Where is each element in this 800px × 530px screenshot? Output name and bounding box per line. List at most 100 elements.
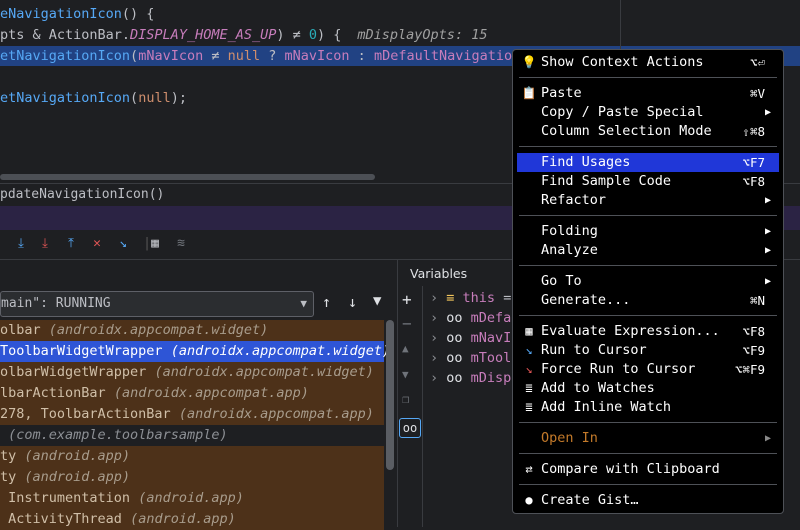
menu-item-label: Generate...	[541, 292, 631, 308]
menu-item-add-to-watches[interactable]: ≣ Add to Watches	[517, 379, 779, 398]
frame-package: (androidx.appcompat.widget)	[170, 343, 391, 359]
menu-item-generate[interactable]: Generate... ⌘N	[517, 291, 779, 310]
expand-chevron-icon[interactable]: ›	[430, 350, 446, 366]
arrow-down-icon[interactable]: ↓	[348, 293, 357, 311]
evaluate-expression-icon[interactable]: ▦	[146, 235, 164, 253]
frame-method: ty	[0, 448, 17, 464]
variable-row[interactable]: › ≡ this =	[430, 288, 511, 308]
frame-method: 278, ToolbarActionBar	[0, 406, 171, 422]
menu-item-show-context-actions[interactable]: 💡 Show Context Actions ⌥⏎	[517, 53, 779, 72]
bulb-icon: 💡	[521, 55, 537, 69]
menu-item-copy-paste-special[interactable]: Copy / Paste Special ▶	[517, 103, 779, 122]
menu-item-create-gist[interactable]: ● Create Gist…	[517, 491, 779, 510]
menu-item-find-sample-code[interactable]: Find Sample Code ⌥F8	[517, 172, 779, 191]
frame-row[interactable]: Instrumentation (android.app)	[0, 488, 384, 509]
frame-row[interactable]: ty (android.app)	[0, 467, 384, 488]
expand-chevron-icon[interactable]: ›	[430, 290, 446, 306]
menu-item-label: Analyze	[541, 242, 598, 258]
menu-item-compare-with-clipboard[interactable]: ⇄ Compare with Clipboard	[517, 460, 779, 479]
frame-method: ToolbarWidgetWrapper	[0, 343, 163, 359]
field-icon: oo	[446, 370, 463, 386]
filter-icon[interactable]: ▼	[373, 293, 381, 309]
submenu-arrow-icon: ▶	[764, 276, 771, 287]
menu-item-paste[interactable]: 📋 Paste ⌘V	[517, 84, 779, 103]
menu-item-shortcut: ⇧⌘8	[742, 124, 765, 139]
variable-row[interactable]: › oo mDefau	[430, 308, 519, 328]
field-icon: oo	[446, 350, 463, 366]
frame-row[interactable]: 278, ToolbarActionBar (androidx.appcompa…	[0, 404, 384, 425]
frame-package: (com.example.toolbarsample)	[8, 427, 228, 443]
frame-package: (androidx.appcompat.app)	[178, 406, 374, 422]
arrow-up-icon[interactable]: ↑	[322, 293, 331, 311]
inline-watches-icon[interactable]: oo	[399, 418, 421, 438]
variable-row[interactable]: › oo mDispl	[430, 368, 519, 388]
step-out-icon[interactable]: ⤒	[62, 235, 80, 253]
frame-row[interactable]: ToolbarWidgetWrapper (androidx.appcompat…	[0, 341, 390, 362]
menu-item-label: Paste	[541, 85, 582, 101]
field-icon: oo	[446, 310, 463, 326]
frame-package: (androidx.appcompat.widget)	[154, 364, 374, 380]
trace-icon[interactable]: ≋	[172, 235, 190, 253]
thread-selector[interactable]: main": RUNNING ▼	[0, 291, 314, 317]
variables-toolstrip: + − ▲ ▼ ❐ oo	[398, 286, 423, 527]
menu-item-column-selection-mode[interactable]: Column Selection Mode ⇧⌘8	[517, 122, 779, 141]
remove-icon[interactable]: −	[402, 314, 412, 333]
frame-row[interactable]: olbarWidgetWrapper (androidx.appcompat.w…	[0, 362, 384, 383]
variable-row[interactable]: › oo mToolb	[430, 348, 519, 368]
code-line-1[interactable]: eNavigationIcon() {	[0, 4, 154, 24]
menu-item-evaluate-expression[interactable]: ▦ Evaluate Expression... ⌥F8	[517, 322, 779, 341]
frame-package: (android.app)	[130, 511, 236, 527]
run-to-cursor-icon[interactable]: ↘	[114, 235, 132, 253]
menu-item-label: Open In	[541, 430, 598, 446]
submenu-arrow-icon: ▶	[764, 226, 771, 237]
frame-package: (androidx.appcompat.widget)	[48, 322, 269, 338]
frame-row[interactable]: ty (android.app)	[0, 446, 384, 467]
menu-item-analyze[interactable]: Analyze ▶	[517, 241, 779, 260]
expand-chevron-icon[interactable]: ›	[430, 310, 446, 326]
frame-method: olbar	[0, 322, 41, 338]
variable-row[interactable]: › oo mNavIc	[430, 328, 519, 348]
menu-item-find-usages[interactable]: Find Usages ⌥F7	[517, 153, 779, 172]
menu-item-open-in[interactable]: Open In ▶	[517, 429, 779, 448]
menu-item-label: Find Sample Code	[541, 173, 672, 189]
menu-item-force-run-to-cursor[interactable]: ↘ Force Run to Cursor ⌥⌘F9	[517, 360, 779, 379]
move-down-icon[interactable]: ▼	[402, 368, 409, 381]
menu-item-shortcut: ⌘N	[749, 293, 765, 308]
menu-item-add-inline-watch[interactable]: ≣ Add Inline Watch	[517, 398, 779, 417]
menu-item-go-to[interactable]: Go To ▶	[517, 272, 779, 291]
menu-item-label: Column Selection Mode	[541, 123, 712, 139]
menu-item-label: Find Usages	[541, 154, 631, 170]
menu-separator	[519, 146, 777, 147]
code-line-2[interactable]: pts & ActionBar.DISPLAY_HOME_AS_UP) ≠ 0)…	[0, 25, 487, 45]
menu-item-label: Refactor	[541, 192, 607, 208]
expand-chevron-icon[interactable]: ›	[430, 370, 446, 386]
menu-item-shortcut: ⌥F8	[742, 174, 765, 189]
frame-row[interactable]: (com.example.toolbarsample)	[0, 425, 384, 446]
frame-package: (androidx.appcompat.app)	[113, 385, 309, 401]
frame-row[interactable]: olbar (androidx.appcompat.widget)	[0, 320, 384, 341]
add-icon[interactable]: +	[402, 290, 412, 309]
step-over-icon[interactable]: ⤓	[12, 235, 30, 253]
menu-separator	[519, 77, 777, 78]
menu-item-shortcut: ⌥F8	[742, 324, 765, 339]
editor-horizontal-scrollbar[interactable]	[0, 174, 375, 180]
menu-item-label: Show Context Actions	[541, 54, 704, 70]
github-icon: ●	[525, 493, 533, 507]
duplicate-icon[interactable]: ❐	[402, 392, 409, 406]
expand-chevron-icon[interactable]: ›	[430, 330, 446, 346]
drop-frame-icon[interactable]: ✕	[88, 235, 106, 253]
menu-item-folding[interactable]: Folding ▶	[517, 222, 779, 241]
context-menu: 💡 Show Context Actions ⌥⏎ 📋 Paste ⌘V Copy / Pa…	[512, 49, 784, 514]
menu-separator	[519, 422, 777, 423]
submenu-arrow-icon: ▶	[764, 195, 771, 206]
menu-item-refactor[interactable]: Refactor ▶	[517, 191, 779, 210]
step-into-icon[interactable]: ⤓	[36, 235, 54, 253]
move-up-icon[interactable]: ▲	[402, 342, 409, 355]
code-line-3[interactable]: etNavigationIcon(mNavIcon ≠ null ? mNavI…	[0, 46, 520, 66]
code-line-4[interactable]: etNavigationIcon(null);	[0, 88, 187, 108]
frames-vertical-scrollbar[interactable]	[386, 320, 394, 470]
menu-separator	[519, 265, 777, 266]
run-to-cursor-icon: ↘	[525, 343, 533, 357]
frame-row[interactable]: lbarActionBar (androidx.appcompat.app)	[0, 383, 384, 404]
menu-item-run-to-cursor[interactable]: ↘ Run to Cursor ⌥F9	[517, 341, 779, 360]
